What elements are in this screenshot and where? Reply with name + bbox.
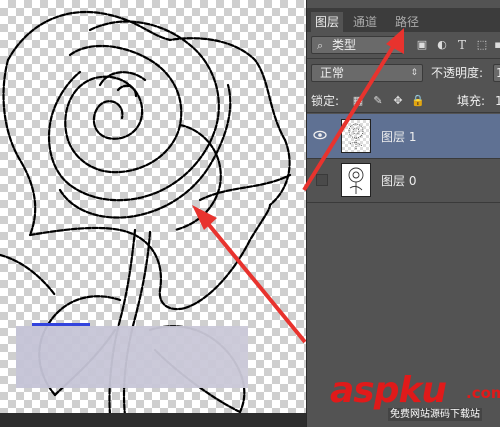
- fill-label: 填充:: [457, 94, 486, 108]
- type-filter-icon[interactable]: T: [455, 38, 469, 52]
- blurred-region: [16, 326, 248, 388]
- smart-object-filter-icon[interactable]: ▪: [491, 38, 500, 52]
- watermark-subtitle: 免费网站源码下载站: [388, 408, 482, 421]
- shape-filter-icon[interactable]: ⬚: [475, 38, 489, 52]
- divider: [307, 202, 500, 203]
- document-canvas[interactable]: [0, 0, 306, 427]
- opacity-label: 不透明度:: [431, 66, 484, 80]
- opacity-input[interactable]: 1: [493, 64, 500, 82]
- fill-value[interactable]: 1: [495, 93, 500, 109]
- adjustment-filter-icon[interactable]: ◐: [435, 38, 449, 52]
- canvas-bottom-bar: [0, 413, 306, 427]
- opacity-value: 1: [496, 66, 500, 80]
- watermark-suffix: .com: [466, 384, 500, 402]
- watermark-logo: aspku: [330, 370, 447, 411]
- arrow-to-paths-tab: [302, 28, 404, 192]
- annotation-arrows: [192, 205, 306, 344]
